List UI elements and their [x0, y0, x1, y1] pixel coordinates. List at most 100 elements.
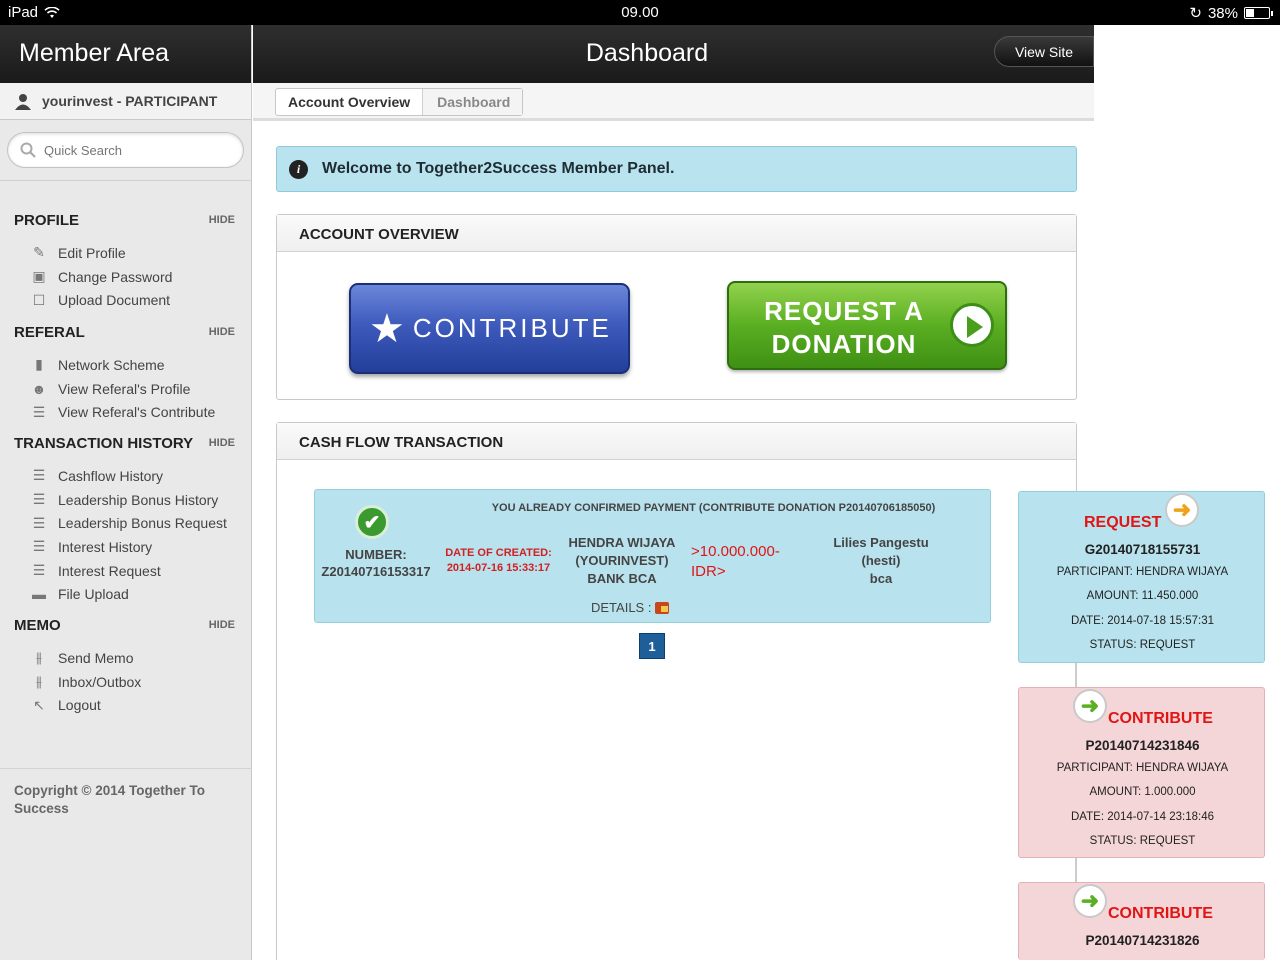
card-participant: PARTICIPANT: HENDRA WIJAYA [1056, 566, 1229, 578]
receiver-bank: bca [869, 571, 893, 586]
arrow-right-icon: ➜ [1073, 689, 1107, 723]
card-amount: AMOUNT: 1.000.000 [1089, 786, 1196, 798]
search-input[interactable] [44, 142, 224, 158]
details-image-icon[interactable] [655, 601, 670, 614]
sidebar-item-network-scheme[interactable]: ▮ Network Scheme [0, 353, 252, 377]
request-card[interactable]: REQUEST ➜ G20140718155731 PARTICIPANT: H… [1018, 491, 1265, 663]
pagination-page-button[interactable]: 1 [639, 633, 665, 659]
sliders-icon: ⫵ [35, 649, 43, 666]
list-icon: ☰ [32, 514, 46, 531]
sidebar-item-label: Interest Request [58, 562, 161, 579]
sidebar-item-label: View Referal's Contribute [58, 404, 216, 421]
donation-label: REQUEST A DONATION [759, 295, 929, 361]
donation-label-line2: DONATION [771, 329, 917, 359]
search-box[interactable] [7, 132, 244, 168]
user-icon [15, 93, 31, 110]
hide-toggle[interactable]: HIDE [209, 619, 235, 631]
payer-bank: BANK BCA [587, 571, 657, 586]
request-donation-button[interactable]: REQUEST A DONATION [727, 281, 1007, 370]
sidebar-item-leadership-bonus-request[interactable]: ☰ Leadership Bonus Request [0, 511, 252, 535]
battery-fill [1246, 9, 1255, 17]
payer-user: (YOURINVEST) [575, 553, 669, 568]
device-status-bar: iPad 09.00 ↻ 38% [0, 0, 1280, 25]
sidebar-title: Member Area [0, 25, 251, 83]
user-name: yourinvest - PARTICIPANT [42, 93, 218, 109]
sidebar-item-label: Upload Document [58, 292, 171, 309]
transaction-details: DETAILS : [591, 600, 670, 615]
bookmark-icon: ▮ [35, 356, 43, 373]
logout-arrow-icon: ↖ [33, 696, 45, 713]
transaction-heading: YOU ALREADY CONFIRMED PAYMENT (CONTRIBUT… [491, 502, 936, 514]
section-header: MEMO HIDE [0, 613, 252, 637]
section-title: MEMO [14, 616, 61, 634]
sidebar-item-label: Cashflow History [58, 467, 164, 484]
contribute-button[interactable]: ★ CONTRIBUTE [349, 283, 630, 374]
account-overview-panel: ACCOUNT OVERVIEW ★ CONTRIBUTE REQUEST A … [276, 214, 1077, 400]
transaction-payer: HENDRA WIJAYA (YOURINVEST) BANK BCA [559, 534, 685, 588]
date-value: 2014-07-16 15:33:17 [446, 562, 551, 574]
card-type: CONTRIBUTE [1108, 710, 1213, 727]
sidebar-item-inbox-outbox[interactable]: ⫵ Inbox/Outbox [0, 670, 252, 694]
sidebar-item-label: Logout [58, 697, 101, 714]
sidebar-item-label: Change Password [58, 268, 173, 285]
number-value: Z20140716153317 [321, 564, 431, 579]
connector-line [1075, 663, 1076, 687]
sidebar-item-view-referal-contribute[interactable]: ☰ View Referal's Contribute [0, 400, 252, 424]
sidebar-item-send-memo[interactable]: ⫵ Send Memo [0, 646, 252, 670]
search-icon [20, 142, 36, 158]
star-icon: ★ [369, 306, 405, 351]
arrow-right-icon: ➜ [1073, 884, 1107, 918]
page-title: Dashboard [585, 39, 709, 67]
breadcrumb-bar: Account Overview Dashboard [253, 83, 1094, 121]
rotation-lock-icon: ↻ [1189, 5, 1202, 22]
lock-icon: ▣ [32, 268, 46, 285]
sidebar-item-label: View Referal's Profile [58, 380, 191, 397]
search-wrap [0, 120, 251, 181]
sidebar-item-interest-request[interactable]: ☰ Interest Request [0, 559, 252, 583]
user-row[interactable]: yourinvest - PARTICIPANT [0, 83, 251, 120]
section-header: REFERAL HIDE [0, 320, 252, 344]
copyright: Copyright © 2014 Together To Success [0, 768, 252, 831]
transaction-amount: >10.000.000- IDR> [691, 542, 801, 582]
sidebar-item-logout[interactable]: ↖ Logout [0, 693, 252, 717]
users-icon: ☻ [31, 380, 47, 397]
list-icon: ☰ [32, 538, 46, 555]
card-date: DATE: 2014-07-18 15:57:31 [1071, 615, 1214, 627]
breadcrumb-item-account-overview[interactable]: Account Overview [276, 89, 424, 115]
sidebar-item-view-referal-profile[interactable]: ☻ View Referal's Profile [0, 377, 252, 401]
section-title: REFERAL [14, 323, 85, 341]
contribute-card[interactable]: ➜ CONTRIBUTE P20140714231826 [1018, 882, 1265, 960]
sliders-icon: ⫵ [35, 673, 43, 690]
sidebar-item-label: Leadership Bonus Request [58, 515, 227, 532]
receiver-user: (hesti) [861, 553, 901, 568]
sidebar-item-label: File Upload [58, 586, 129, 603]
sidebar-item-edit-profile[interactable]: ✎ Edit Profile [0, 241, 252, 265]
sidebar-item-change-password[interactable]: ▣ Change Password [0, 265, 252, 289]
hide-toggle[interactable]: HIDE [209, 326, 235, 338]
sidebar-item-leadership-bonus-history[interactable]: ☰ Leadership Bonus History [0, 488, 252, 512]
details-label: DETAILS : [591, 600, 652, 615]
cash-flow-panel: CASH FLOW TRANSACTION YOU ALREADY CONFIR… [276, 422, 1077, 960]
hide-toggle[interactable]: HIDE [209, 437, 235, 449]
hide-toggle[interactable]: HIDE [209, 214, 235, 226]
sidebar-item-label: Network Scheme [58, 356, 165, 373]
contribute-card[interactable]: ➜ CONTRIBUTE P20140714231846 PARTICIPANT… [1018, 687, 1265, 858]
pencil-icon: ✎ [33, 244, 45, 261]
list-icon: ☰ [32, 491, 46, 508]
sidebar-item-cashflow-history[interactable]: ☰ Cashflow History [0, 464, 252, 488]
sidebar-item-upload-document[interactable]: ☐ Upload Document [0, 288, 252, 312]
status-time: 09.00 [621, 4, 659, 21]
upload-document-icon: ☐ [32, 291, 46, 308]
transaction-card: YOU ALREADY CONFIRMED PAYMENT (CONTRIBUT… [314, 489, 991, 623]
section-transaction-history: TRANSACTION HISTORY HIDE ☰ Cashflow Histo… [0, 431, 252, 606]
contribute-label: CONTRIBUTE [412, 313, 612, 343]
amount-line1: >10.000.000- [691, 543, 780, 560]
section-profile: PROFILE HIDE ✎ Edit Profile ▣ Change Passw… [0, 208, 252, 312]
play-icon [950, 303, 994, 347]
sidebar-item-interest-history[interactable]: ☰ Interest History [0, 535, 252, 559]
sidebar-item-file-upload[interactable]: ▬ File Upload [0, 582, 252, 606]
panel-title: ACCOUNT OVERVIEW [277, 215, 1076, 252]
breadcrumb-item-dashboard[interactable]: Dashboard [423, 89, 523, 115]
card-date: DATE: 2014-07-14 23:18:46 [1071, 811, 1214, 823]
view-site-button[interactable]: View Site [994, 36, 1094, 67]
